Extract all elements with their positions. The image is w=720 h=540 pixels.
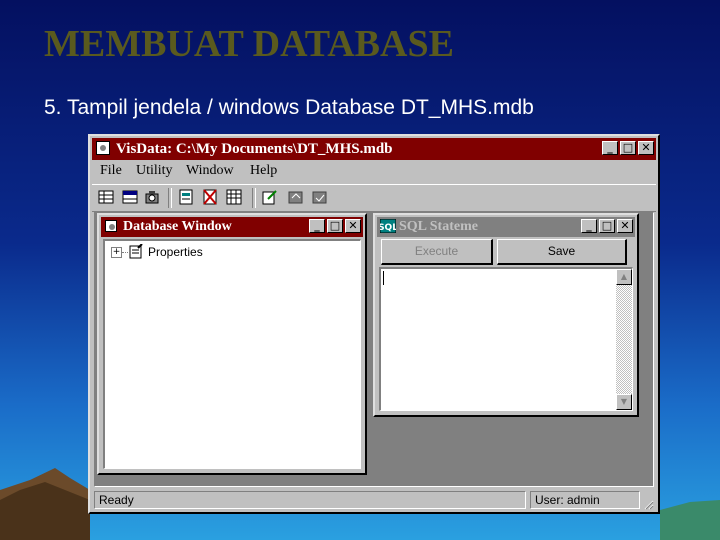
text-cursor (383, 271, 384, 285)
sql-close-button[interactable]: ✕ (617, 219, 633, 233)
properties-icon (129, 244, 143, 259)
sql-window-titlebar[interactable]: SQL SQL Stateme _ □ ✕ (377, 217, 635, 237)
sql-vertical-scrollbar[interactable]: ▲ ▼ (616, 269, 632, 410)
toolbar-separator (168, 188, 172, 208)
resize-grip-icon[interactable] (642, 498, 654, 510)
visdata-title: VisData: C:\My Documents\DT_MHS.mdb (116, 141, 393, 157)
slide-title: MEMBUAT DATABASE (44, 23, 454, 65)
svg-text:SQL: SQL (380, 223, 396, 233)
status-user: User: admin (530, 491, 640, 509)
db-maximize-button[interactable]: □ (327, 219, 343, 233)
begin-transaction-icon[interactable] (262, 189, 278, 205)
menu-utility[interactable]: Utility (136, 163, 173, 179)
database-window-title: Database Window (123, 219, 232, 234)
database-window-icon[interactable] (105, 220, 117, 232)
grid-icon[interactable] (226, 189, 242, 205)
status-bar: Ready User: admin (94, 490, 654, 510)
expand-icon[interactable]: + (111, 246, 122, 258)
mdi-workspace: Database Window _ □ ✕ + Properties SQL S… (94, 212, 654, 487)
visdata-titlebar[interactable]: VisData: C:\My Documents\DT_MHS.mdb _ □ … (92, 138, 656, 160)
execute-button[interactable]: Execute (381, 239, 493, 265)
sql-icon: SQL (380, 219, 396, 233)
menu-file[interactable]: File (100, 163, 122, 179)
commit-icon[interactable] (312, 189, 328, 205)
scroll-down-arrow-icon[interactable]: ▼ (616, 394, 632, 410)
snapshot-icon[interactable] (144, 189, 160, 205)
db-minimize-button[interactable]: _ (309, 219, 325, 233)
close-button[interactable]: ✕ (638, 141, 654, 155)
dynaset-icon[interactable] (122, 189, 138, 205)
maximize-button[interactable]: □ (620, 141, 636, 155)
sql-maximize-button[interactable]: □ (599, 219, 615, 233)
save-button[interactable]: Save (497, 239, 627, 265)
rollback-icon[interactable] (288, 189, 304, 205)
table-icon[interactable] (98, 189, 114, 205)
sql-minimize-button[interactable]: _ (581, 219, 597, 233)
sql-window-title: SQL Stateme (399, 219, 478, 234)
visdata-app-icon[interactable] (96, 141, 110, 155)
menubar: File Utility Window Help (92, 162, 656, 182)
database-window-titlebar[interactable]: Database Window _ □ ✕ (101, 217, 363, 237)
database-window[interactable]: Database Window _ □ ✕ + Properties (97, 213, 367, 475)
scroll-up-arrow-icon[interactable]: ▲ (616, 269, 632, 285)
status-ready: Ready (94, 491, 526, 509)
tree-item-properties[interactable]: + Properties (111, 244, 203, 260)
database-tree[interactable]: + Properties (103, 239, 361, 469)
toolbar-separator (252, 188, 256, 208)
toolbar (92, 184, 656, 212)
no-data-control-icon[interactable] (202, 189, 218, 205)
tree-item-label: Properties (148, 245, 203, 259)
minimize-button[interactable]: _ (602, 141, 618, 155)
sql-statement-window[interactable]: SQL SQL Stateme _ □ ✕ Execute Save ▲ ▼ (373, 213, 639, 417)
sql-text-area[interactable]: ▲ ▼ (379, 267, 633, 411)
data-control-icon[interactable] (178, 189, 194, 205)
menu-help[interactable]: Help (250, 163, 277, 179)
db-close-button[interactable]: ✕ (345, 219, 361, 233)
visdata-window[interactable]: VisData: C:\My Documents\DT_MHS.mdb _ □ … (88, 134, 660, 514)
menu-window[interactable]: Window (186, 163, 234, 179)
slide-subtitle: 5. Tampil jendela / windows Database DT_… (44, 96, 534, 119)
